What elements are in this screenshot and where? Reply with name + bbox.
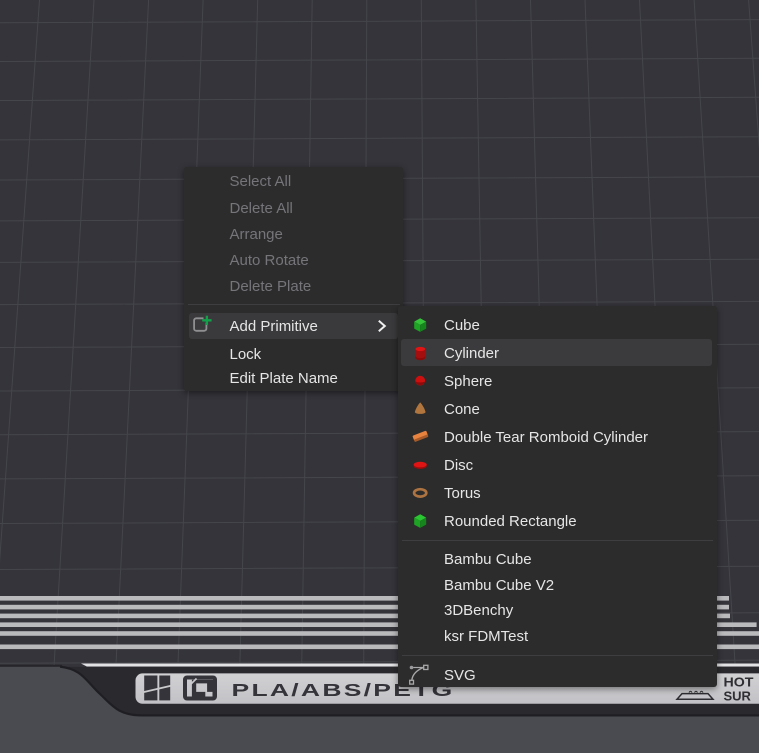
svg-text:HOT: HOT xyxy=(724,674,754,689)
svg-text:SUR: SUR xyxy=(724,689,752,704)
